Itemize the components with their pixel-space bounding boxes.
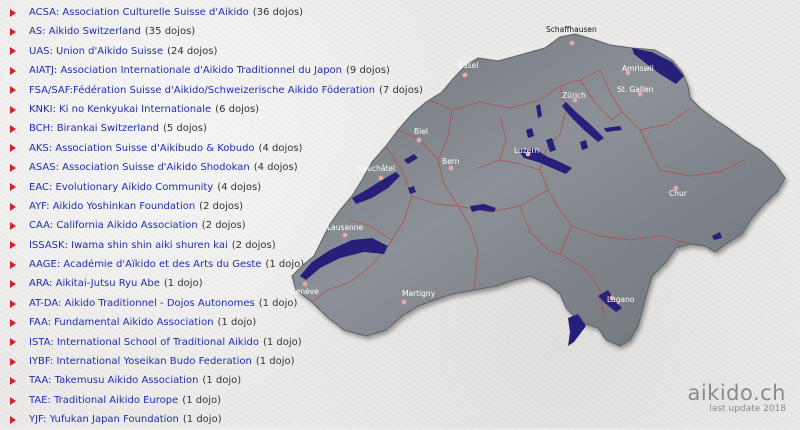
site-logo-text[interactable]: aikido.ch [687,382,786,404]
svg-text:Lugano: Lugano [607,295,635,304]
svg-text:St. Gallen: St. Gallen [617,85,654,94]
svg-text:Biel: Biel [414,127,428,136]
svg-text:Bern: Bern [442,157,460,166]
svg-text:Neuchâtel: Neuchâtel [357,164,395,173]
svg-text:Basel: Basel [458,61,478,70]
last-update-label: last update 2018 [709,404,786,414]
svg-text:Zürich: Zürich [562,91,586,100]
city-lugano[interactable]: Lugano [607,295,635,304]
switzerland-map: Schaffhausen Basel Amriswil Zürich St. G… [290,25,786,347]
svg-text:Schaffhausen: Schaffhausen [546,25,597,34]
city-luzern[interactable]: Luzern [514,146,539,157]
svg-text:Luzern: Luzern [514,146,539,155]
svg-text:Martigny: Martigny [402,289,436,298]
svg-text:Lausanne: Lausanne [327,223,364,232]
svg-text:Chur: Chur [669,189,688,198]
site-brand: aikido.ch last update 2018 [687,382,786,415]
svg-text:Genève: Genève [290,287,319,296]
svg-text:Amriswil: Amriswil [622,64,654,73]
country-outline [291,33,786,347]
